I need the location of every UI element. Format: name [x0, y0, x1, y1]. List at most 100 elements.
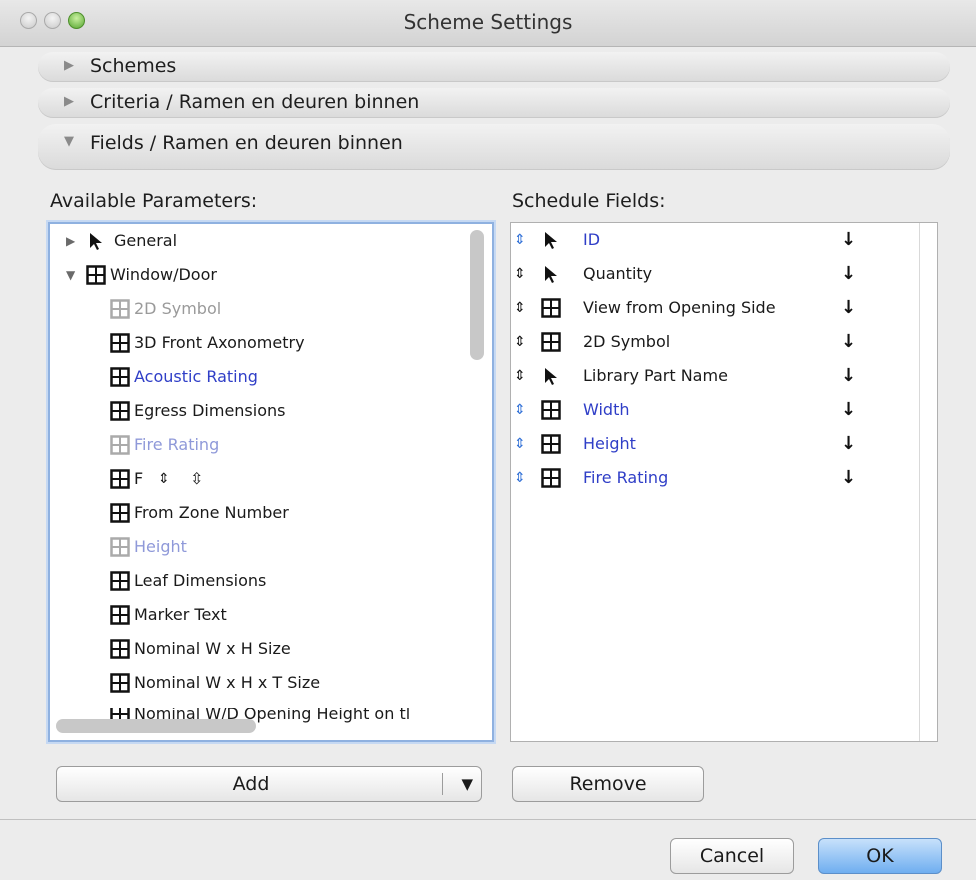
cancel-button[interactable]: Cancel	[670, 838, 794, 874]
arrow-icon	[545, 232, 557, 249]
disclosure-down-icon: ▼	[66, 268, 76, 282]
list-item-label: Marker Text	[134, 605, 227, 624]
remove-button[interactable]: Remove	[512, 766, 704, 802]
grid-icon	[110, 503, 130, 523]
list-item[interactable]: Acoustic Rating	[110, 361, 490, 393]
list-clip	[50, 696, 470, 708]
schedule-row[interactable]: ⇕ 2D Symbol ↓	[511, 326, 911, 358]
disclosure-down-icon: ▼	[64, 134, 74, 149]
sort-descending-icon[interactable]: ↓	[841, 428, 856, 460]
reorder-handle-icon[interactable]: ⇕	[514, 428, 526, 460]
add-button[interactable]: Add ▼	[56, 766, 482, 802]
ok-button[interactable]: OK	[818, 838, 942, 874]
schedule-row[interactable]: ⇕ Library Part Name ↓	[511, 360, 911, 392]
criteria-section-header[interactable]: ▶ Criteria / Ramen en deuren binnen	[38, 88, 950, 118]
sort-descending-icon[interactable]: ↓	[841, 326, 856, 358]
reorder-handle-icon[interactable]: ⇕	[514, 326, 526, 358]
list-item-label: Nominal W x H Size	[134, 639, 291, 658]
reorder-handle-icon[interactable]: ⇕	[514, 224, 526, 256]
drag-cursor-icon: ⇳	[190, 469, 204, 488]
schedule-field-label: Fire Rating	[583, 468, 669, 487]
grid-icon	[110, 367, 130, 387]
grid-icon	[541, 400, 561, 420]
group-label: General	[114, 231, 178, 250]
dropdown-arrow-icon[interactable]: ▼	[461, 767, 473, 801]
list-item[interactable]: 3D Front Axonometry	[110, 327, 490, 359]
reorder-handle-icon[interactable]: ⇕	[514, 360, 526, 392]
schedule-row[interactable]: ⇕ Fire Rating ↓	[511, 462, 911, 494]
reorder-handle-icon[interactable]: ⇕	[514, 292, 526, 324]
sort-descending-icon[interactable]: ↓	[841, 224, 856, 256]
schedule-fields-heading: Schedule Fields:	[512, 190, 666, 212]
disclosure-right-icon: ▶	[66, 234, 76, 248]
grid-icon	[110, 537, 130, 557]
available-parameters-list[interactable]: ▶ General ▼ Window/Door 2D Symbol 3D Fro…	[48, 222, 494, 742]
window-title: Scheme Settings	[403, 10, 573, 34]
sort-descending-icon[interactable]: ↓	[841, 292, 856, 324]
title-bar: Scheme Settings	[0, 0, 976, 47]
schedule-row[interactable]: ⇕ View from Opening Side ↓	[511, 292, 911, 324]
arrow-icon	[545, 266, 557, 283]
column-divider	[919, 223, 920, 741]
grid-icon	[86, 265, 106, 285]
list-item-label: 3D Front Axonometry	[134, 333, 305, 352]
grid-icon	[110, 333, 130, 353]
reorder-handle-icon[interactable]: ⇕	[514, 462, 526, 494]
sort-descending-icon[interactable]: ↓	[841, 394, 856, 426]
list-item-label: F	[134, 469, 144, 488]
list-item[interactable]: Leaf Dimensions	[110, 565, 490, 597]
list-item[interactable]: Egress Dimensions	[110, 395, 490, 427]
list-item[interactable]: F ⇕ ⇳	[110, 463, 490, 495]
list-item[interactable]: Height	[110, 531, 490, 563]
disclosure-right-icon: ▶	[64, 94, 74, 109]
arrow-icon	[90, 233, 102, 250]
list-item-label: From Zone Number	[134, 503, 289, 522]
group-general[interactable]: ▶ General	[66, 225, 476, 257]
schedule-field-label: Width	[583, 400, 630, 419]
list-item-label: Leaf Dimensions	[134, 571, 267, 590]
sort-descending-icon[interactable]: ↓	[841, 462, 856, 494]
button-separator	[442, 773, 443, 795]
disclosure-right-icon: ▶	[64, 58, 74, 73]
grid-icon	[541, 298, 561, 318]
list-item[interactable]: Fire Rating	[110, 429, 490, 461]
available-parameters-heading: Available Parameters:	[50, 190, 258, 212]
list-item[interactable]: Nominal W x H Size	[110, 633, 490, 665]
fields-section-header[interactable]: ▼ Fields / Ramen en deuren binnen	[38, 124, 950, 170]
group-window-door[interactable]: ▼ Window/Door	[66, 259, 476, 291]
schedule-field-label: Library Part Name	[583, 366, 728, 385]
schedule-row[interactable]: ⇕ ID ↓	[511, 224, 911, 256]
horizontal-scrollbar[interactable]	[56, 719, 256, 733]
schedule-fields-list[interactable]: ⇕ ID ↓ ⇕ Quantity ↓ ⇕ View from Opening …	[510, 222, 938, 742]
schedule-row[interactable]: ⇕ Height ↓	[511, 428, 911, 460]
list-item[interactable]: From Zone Number	[110, 497, 490, 529]
schemes-section-header[interactable]: ▶ Schemes	[38, 52, 950, 82]
list-item-label: Nominal W x H x T Size	[134, 673, 321, 692]
grid-icon	[110, 639, 130, 659]
arrow-icon	[545, 368, 557, 385]
list-item[interactable]: Marker Text	[110, 599, 490, 631]
list-item-label: Egress Dimensions	[134, 401, 286, 420]
schedule-field-label: Height	[583, 434, 636, 453]
grid-icon	[110, 469, 130, 489]
schedule-row[interactable]: ⇕ Width ↓	[511, 394, 911, 426]
sort-descending-icon[interactable]: ↓	[841, 360, 856, 392]
group-label: Window/Door	[110, 265, 217, 284]
grid-icon	[110, 571, 130, 591]
grid-icon	[541, 434, 561, 454]
schedule-field-label: View from Opening Side	[583, 298, 776, 317]
list-item-label: Fire Rating	[134, 435, 220, 454]
list-item[interactable]: Nominal W x H x T Size	[110, 667, 490, 699]
schedule-field-label: 2D Symbol	[583, 332, 671, 351]
reorder-handle-icon[interactable]: ⇕	[514, 258, 526, 290]
sort-descending-icon[interactable]: ↓	[841, 258, 856, 290]
grid-icon	[110, 605, 130, 625]
list-item-label: 2D Symbol	[134, 299, 222, 318]
grid-icon	[110, 299, 130, 319]
list-item[interactable]: 2D Symbol	[110, 293, 490, 325]
list-item-label: Height	[134, 537, 187, 556]
scheme-settings-window: Scheme Settings ▶ Schemes ▶ Criteria / R…	[0, 0, 976, 880]
vertical-scrollbar[interactable]	[470, 230, 484, 360]
reorder-handle-icon[interactable]: ⇕	[514, 394, 526, 426]
schedule-row[interactable]: ⇕ Quantity ↓	[511, 258, 911, 290]
